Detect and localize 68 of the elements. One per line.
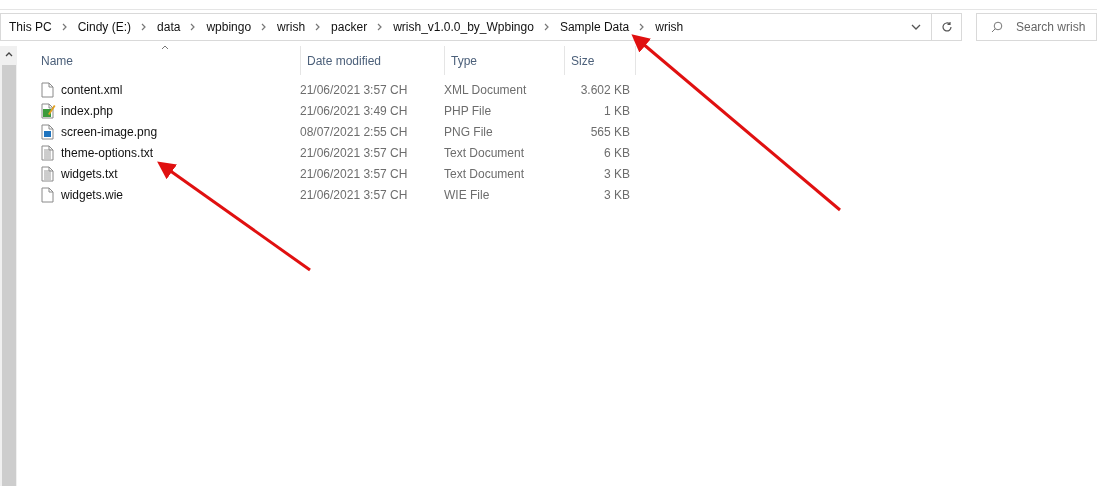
file-name: widgets.txt <box>61 165 118 183</box>
date-modified: 21/06/2021 3:57 CH <box>300 144 409 162</box>
breadcrumb-item[interactable]: packer <box>331 17 368 36</box>
breadcrumb-item[interactable]: wrish_v1.0.0_by_Wpbingo <box>393 17 534 36</box>
file-name: index.php <box>61 102 114 120</box>
column-header[interactable]: Date modified <box>300 46 444 75</box>
text-file-icon <box>40 144 56 161</box>
file-row[interactable]: widgets.wie 21/06/2021 3:57 CH WIE File 3 KB <box>40 184 1097 205</box>
file-type: WIE File <box>444 186 491 204</box>
breadcrumb-item[interactable]: This PC <box>9 17 52 36</box>
date-modified: 21/06/2021 3:57 CH <box>300 81 409 99</box>
file-name: content.xml <box>61 81 123 99</box>
column-header[interactable]: Type <box>444 46 564 75</box>
search-icon <box>991 20 1003 33</box>
breadcrumb-item[interactable]: wrish <box>655 17 684 36</box>
chevron-right-icon <box>141 22 148 31</box>
column-header[interactable]: Size <box>564 46 636 75</box>
breadcrumb-item[interactable]: wpbingo <box>206 17 252 36</box>
search-input[interactable]: Search wrish <box>1016 17 1096 36</box>
chevron-right-icon <box>543 22 550 31</box>
file-row[interactable]: index.php 21/06/2021 3:49 CH PHP File 1 KB <box>40 100 1097 121</box>
chevron-right-icon <box>261 22 268 31</box>
date-modified: 21/06/2021 3:49 CH <box>300 102 409 120</box>
file-size: 3 KB <box>603 165 630 183</box>
file-type: Text Document <box>444 165 526 183</box>
file-size: 565 KB <box>589 123 630 141</box>
address-bar[interactable]: This PC Cindy (E:) data wpbingo wrish packer wrish_v1.0.0_by_Wpbingo Sample Data wrish <box>0 12 933 41</box>
file-row[interactable]: theme-options.txt 21/06/2021 3:57 CH Text Document 6 KB <box>40 142 1097 163</box>
file-type: PHP File <box>444 102 493 120</box>
file-type: PNG File <box>444 123 494 141</box>
file-icon <box>40 81 56 98</box>
breadcrumb-item[interactable]: Cindy (E:) <box>77 17 132 36</box>
chevron-right-icon <box>639 22 646 31</box>
chevron-right-icon <box>61 22 68 31</box>
refresh-icon <box>940 20 953 33</box>
file-type: XML Document <box>444 81 528 99</box>
file-size: 1 KB <box>603 102 630 120</box>
file-size: 6 KB <box>603 144 630 162</box>
file-name: theme-options.txt <box>61 144 154 162</box>
date-modified: 21/06/2021 3:57 CH <box>300 186 409 204</box>
image-file-icon <box>40 123 56 140</box>
file-row[interactable]: screen-image.png 08/07/2021 2:55 CH PNG File 565 KB <box>40 121 1097 142</box>
scrollbar[interactable] <box>0 46 17 486</box>
chevron-down-icon[interactable] <box>911 23 922 30</box>
breadcrumb-item[interactable]: wrish <box>277 17 306 36</box>
sort-ascending-icon <box>161 45 169 50</box>
chevron-right-icon <box>190 22 197 31</box>
text-file-icon <box>40 165 56 182</box>
pencil-file-icon <box>40 102 56 119</box>
date-modified: 21/06/2021 3:57 CH <box>300 165 409 183</box>
file-size: 3.602 KB <box>579 81 630 99</box>
file-size: 3 KB <box>603 186 630 204</box>
file-row[interactable]: widgets.txt 21/06/2021 3:57 CH Text Document 3 KB <box>40 163 1097 184</box>
file-row[interactable]: content.xml 21/06/2021 3:57 CH XML Document 3.602 KB <box>40 79 1097 100</box>
breadcrumb-item[interactable]: data <box>157 17 181 36</box>
file-name: widgets.wie <box>61 186 124 204</box>
date-modified: 08/07/2021 2:55 CH <box>300 123 409 141</box>
scroll-up-icon[interactable] <box>4 51 13 57</box>
search-box[interactable]: Search wrish <box>976 12 1097 41</box>
file-name: screen-image.png <box>61 123 158 141</box>
column-header[interactable]: Name <box>40 46 300 75</box>
breadcrumb-item[interactable]: Sample Data <box>559 17 630 36</box>
file-type: Text Document <box>444 144 526 162</box>
file-icon <box>40 186 56 203</box>
chevron-right-icon <box>377 22 384 31</box>
scroll-thumb[interactable] <box>1 65 16 486</box>
chevron-right-icon <box>315 22 322 31</box>
refresh-button[interactable] <box>932 12 962 41</box>
